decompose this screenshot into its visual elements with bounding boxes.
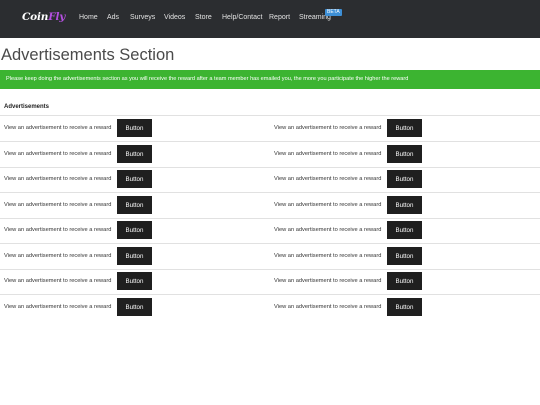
view-ad-button[interactable]: Button bbox=[117, 221, 152, 239]
ad-item: View an advertisement to receive a rewar… bbox=[4, 298, 152, 316]
page-title: Advertisements Section bbox=[1, 46, 175, 64]
top-navbar: CoinFly Home Ads Surveys Videos Store He… bbox=[0, 0, 540, 38]
ad-row: View an advertisement to receive a rewar… bbox=[0, 170, 540, 188]
nav-report[interactable]: Report bbox=[269, 14, 290, 21]
ad-item-text: View an advertisement to receive a rewar… bbox=[274, 202, 382, 208]
row-divider bbox=[0, 115, 540, 116]
ad-item-text: View an advertisement to receive a rewar… bbox=[4, 278, 112, 284]
site-logo[interactable]: CoinFly bbox=[22, 11, 65, 23]
row-divider bbox=[0, 269, 540, 270]
nav-home[interactable]: Home bbox=[79, 14, 98, 21]
ad-item-text: View an advertisement to receive a rewar… bbox=[4, 253, 112, 259]
ad-item-text: View an advertisement to receive a rewar… bbox=[274, 151, 382, 157]
ad-item: View an advertisement to receive a rewar… bbox=[274, 298, 422, 316]
ad-item-text: View an advertisement to receive a rewar… bbox=[274, 278, 382, 284]
ad-item-text: View an advertisement to receive a rewar… bbox=[274, 227, 382, 233]
ad-item-text: View an advertisement to receive a rewar… bbox=[274, 253, 382, 259]
ad-row: View an advertisement to receive a rewar… bbox=[0, 119, 540, 137]
row-divider bbox=[0, 294, 540, 295]
nav-store[interactable]: Store bbox=[195, 14, 212, 21]
ad-row: View an advertisement to receive a rewar… bbox=[0, 196, 540, 214]
view-ad-button[interactable]: Button bbox=[387, 272, 422, 290]
view-ad-button[interactable]: Button bbox=[117, 247, 152, 265]
view-ad-button[interactable]: Button bbox=[387, 221, 422, 239]
view-ad-button[interactable]: Button bbox=[117, 170, 152, 188]
ad-item: View an advertisement to receive a rewar… bbox=[274, 272, 422, 290]
nav-help-contact[interactable]: Help/Contact bbox=[222, 14, 262, 21]
ad-item-text: View an advertisement to receive a rewar… bbox=[274, 304, 382, 310]
ad-item-text: View an advertisement to receive a rewar… bbox=[4, 202, 112, 208]
ad-row: View an advertisement to receive a rewar… bbox=[0, 298, 540, 316]
ad-item: View an advertisement to receive a rewar… bbox=[274, 145, 422, 163]
ad-item: View an advertisement to receive a rewar… bbox=[4, 170, 152, 188]
ad-row: View an advertisement to receive a rewar… bbox=[0, 145, 540, 163]
view-ad-button[interactable]: Button bbox=[117, 119, 152, 137]
ad-item-text: View an advertisement to receive a rewar… bbox=[4, 176, 112, 182]
ad-item: View an advertisement to receive a rewar… bbox=[4, 145, 152, 163]
view-ad-button[interactable]: Button bbox=[117, 196, 152, 214]
ad-item: View an advertisement to receive a rewar… bbox=[274, 221, 422, 239]
view-ad-button[interactable]: Button bbox=[387, 119, 422, 137]
ad-item: View an advertisement to receive a rewar… bbox=[4, 119, 152, 137]
ad-item: View an advertisement to receive a rewar… bbox=[274, 119, 422, 137]
row-divider bbox=[0, 243, 540, 244]
view-ad-button[interactable]: Button bbox=[387, 196, 422, 214]
info-alert: Please keep doing the advertisements sec… bbox=[0, 70, 540, 89]
view-ad-button[interactable]: Button bbox=[387, 145, 422, 163]
row-divider bbox=[0, 218, 540, 219]
view-ad-button[interactable]: Button bbox=[117, 272, 152, 290]
ad-row: View an advertisement to receive a rewar… bbox=[0, 221, 540, 239]
nav-surveys[interactable]: Surveys bbox=[130, 14, 155, 21]
view-ad-button[interactable]: Button bbox=[387, 247, 422, 265]
row-divider bbox=[0, 141, 540, 142]
ad-item: View an advertisement to receive a rewar… bbox=[4, 272, 152, 290]
ad-item: View an advertisement to receive a rewar… bbox=[274, 170, 422, 188]
view-ad-button[interactable]: Button bbox=[117, 298, 152, 316]
ad-row: View an advertisement to receive a rewar… bbox=[0, 247, 540, 265]
row-divider bbox=[0, 167, 540, 168]
ad-item: View an advertisement to receive a rewar… bbox=[4, 196, 152, 214]
view-ad-button[interactable]: Button bbox=[387, 298, 422, 316]
view-ad-button[interactable]: Button bbox=[387, 170, 422, 188]
ad-item-text: View an advertisement to receive a rewar… bbox=[4, 125, 112, 131]
beta-badge: BETA bbox=[325, 9, 342, 16]
ad-item-text: View an advertisement to receive a rewar… bbox=[274, 176, 382, 182]
view-ad-button[interactable]: Button bbox=[117, 145, 152, 163]
row-divider bbox=[0, 192, 540, 193]
logo-accent: Fly bbox=[48, 11, 66, 23]
logo-text: Coin bbox=[22, 11, 49, 23]
ad-item-text: View an advertisement to receive a rewar… bbox=[4, 304, 112, 310]
ad-item-text: View an advertisement to receive a rewar… bbox=[4, 151, 112, 157]
nav-videos[interactable]: Videos bbox=[164, 14, 185, 21]
ad-item: View an advertisement to receive a rewar… bbox=[4, 221, 152, 239]
ad-item-text: View an advertisement to receive a rewar… bbox=[274, 125, 382, 131]
nav-ads[interactable]: Ads bbox=[107, 14, 119, 21]
ad-item: View an advertisement to receive a rewar… bbox=[274, 196, 422, 214]
ad-row: View an advertisement to receive a rewar… bbox=[0, 272, 540, 290]
ad-item: View an advertisement to receive a rewar… bbox=[274, 247, 422, 265]
ad-item: View an advertisement to receive a rewar… bbox=[4, 247, 152, 265]
ad-item-text: View an advertisement to receive a rewar… bbox=[4, 227, 112, 233]
advertisements-heading: Advertisements bbox=[4, 104, 50, 110]
